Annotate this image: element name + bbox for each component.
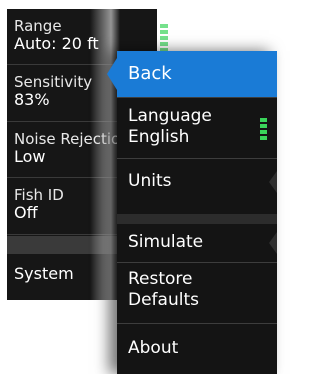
restore-label-line1: Restore bbox=[128, 269, 193, 289]
scroll-indicator-icon bbox=[260, 118, 267, 142]
menu-item-language[interactable]: Language English bbox=[117, 98, 277, 158]
back-button[interactable]: Back bbox=[107, 51, 277, 97]
simulate-label: Simulate bbox=[128, 232, 204, 252]
chevron-left-icon bbox=[269, 232, 277, 254]
language-value: English bbox=[128, 127, 190, 147]
screen: Range Auto: 20 ft Sensitivity 83% Noise … bbox=[0, 0, 282, 374]
menu-item-about[interactable]: About bbox=[117, 324, 277, 374]
system-submenu: Back Language English Units Simulate Res… bbox=[107, 51, 277, 374]
units-label: Units bbox=[128, 171, 172, 191]
back-label: Back bbox=[128, 63, 172, 84]
restore-label-line2: Defaults bbox=[128, 290, 199, 310]
about-label: About bbox=[128, 338, 179, 358]
menu-item-restore-defaults[interactable]: Restore Defaults bbox=[117, 263, 277, 323]
back-arrow-icon bbox=[107, 58, 117, 90]
chevron-left-icon bbox=[269, 171, 277, 193]
range-label: Range bbox=[14, 17, 62, 35]
menu-separator bbox=[117, 214, 277, 224]
menu-item-units[interactable]: Units bbox=[117, 159, 277, 214]
scroll-indicator-icon bbox=[160, 24, 168, 52]
language-label: Language bbox=[128, 106, 212, 126]
menu-item-simulate[interactable]: Simulate bbox=[117, 224, 277, 262]
